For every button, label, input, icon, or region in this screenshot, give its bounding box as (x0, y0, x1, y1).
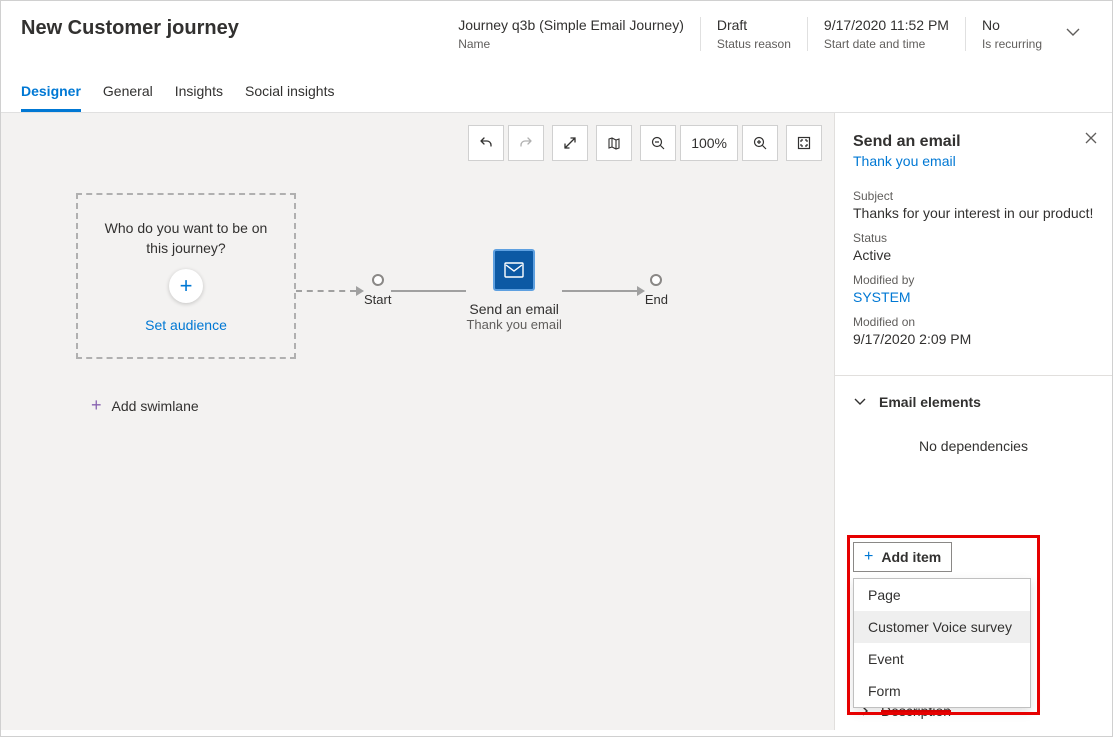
subject-label: Subject (853, 189, 1094, 203)
start-dot-icon (372, 274, 384, 286)
add-item-label: Add item (881, 549, 941, 565)
meta-status-value: Draft (717, 17, 791, 33)
add-item-button[interactable]: + Add item (853, 542, 952, 572)
email-subtitle: Thank you email (466, 317, 561, 332)
meta-recurring: No Is recurring (965, 17, 1058, 51)
plus-icon: + (864, 548, 873, 566)
modifiedby-value[interactable]: SYSTEM (853, 289, 1094, 305)
end-label: End (645, 292, 668, 307)
minimap-button[interactable] (596, 125, 632, 161)
add-item-dropdown: Page Customer Voice survey Event Form (853, 578, 1031, 708)
close-panel-button[interactable] (1084, 131, 1098, 145)
meta-status-label: Status reason (717, 37, 791, 51)
zoom-out-icon (650, 135, 666, 151)
tab-general[interactable]: General (103, 77, 153, 112)
side-panel-title: Send an email (853, 133, 1094, 151)
zoom-in-icon (752, 135, 768, 151)
zoom-out-button[interactable] (640, 125, 676, 161)
email-elements-title: Email elements (879, 394, 981, 410)
side-panel-header: Send an email Thank you email (835, 113, 1112, 179)
chevron-down-icon (1064, 23, 1082, 41)
page-title: New Customer journey (21, 17, 442, 40)
undo-button[interactable] (468, 125, 504, 161)
connector (562, 290, 637, 292)
tab-designer[interactable]: Designer (21, 77, 81, 112)
header: New Customer journey Journey q3b (Simple… (1, 1, 1112, 59)
fullscreen-button[interactable] (786, 125, 822, 161)
email-elements-section[interactable]: Email elements (835, 376, 1112, 410)
arrow-icon (356, 286, 364, 296)
add-audience-button[interactable]: + (169, 269, 203, 303)
plus-icon: + (91, 395, 102, 416)
arrow-icon (637, 286, 645, 296)
map-icon (606, 135, 622, 151)
connector-dashed (296, 290, 356, 292)
email-node[interactable]: Send an email Thank you email (466, 249, 561, 332)
side-panel-link[interactable]: Thank you email (853, 153, 1094, 169)
header-expand-button[interactable] (1058, 17, 1088, 41)
email-title: Send an email (469, 301, 559, 317)
undo-icon (478, 135, 494, 151)
tab-social-insights[interactable]: Social insights (245, 77, 335, 112)
redo-button[interactable] (508, 125, 544, 161)
meta-start-value: 9/17/2020 11:52 PM (824, 17, 949, 33)
modifiedon-value: 9/17/2020 2:09 PM (853, 331, 1094, 347)
zoom-text: 100% (691, 135, 727, 151)
email-tile[interactable] (493, 249, 535, 291)
dropdown-item-event[interactable]: Event (854, 643, 1030, 675)
subject-value: Thanks for your interest in our product! (853, 205, 1094, 221)
dropdown-item-form[interactable]: Form (854, 675, 1030, 707)
header-meta-group: Journey q3b (Simple Email Journey) Name … (442, 17, 1058, 51)
start-label: Start (364, 292, 391, 307)
set-audience-link[interactable]: Set audience (145, 317, 227, 333)
status-label: Status (853, 231, 1094, 245)
meta-name-value: Journey q3b (Simple Email Journey) (458, 17, 684, 33)
flow: Start Send an email Thank you email End (296, 249, 668, 332)
canvas[interactable]: 100% Who do you want to be on this journ… (1, 113, 834, 730)
add-item-wrap: + Add item Page Customer Voice survey Ev… (853, 542, 1033, 708)
tab-bar: Designer General Insights Social insight… (1, 59, 1112, 113)
meta-start: 9/17/2020 11:52 PM Start date and time (807, 17, 965, 51)
meta-status: Draft Status reason (700, 17, 807, 51)
meta-name-label: Name (458, 37, 684, 51)
dropdown-item-cvsurvey[interactable]: Customer Voice survey (854, 611, 1030, 643)
connector (391, 290, 466, 292)
canvas-toolbar: 100% (468, 125, 822, 161)
meta-recurring-label: Is recurring (982, 37, 1042, 51)
close-icon (1084, 131, 1098, 145)
status-value: Active (853, 247, 1094, 263)
meta-recurring-value: No (982, 17, 1042, 33)
add-swimlane-button[interactable]: + Add swimlane (91, 395, 199, 416)
start-node[interactable]: Start (364, 274, 391, 307)
modifiedon-label: Modified on (853, 315, 1094, 329)
redo-icon (518, 135, 534, 151)
meta-start-label: Start date and time (824, 37, 949, 51)
mail-icon (504, 262, 524, 278)
fit-button[interactable] (552, 125, 588, 161)
fullscreen-icon (796, 135, 812, 151)
expand-icon (562, 135, 578, 151)
chevron-down-icon (853, 395, 867, 409)
zoom-in-button[interactable] (742, 125, 778, 161)
no-dependencies-text: No dependencies (835, 438, 1112, 454)
audience-box[interactable]: Who do you want to be on this journey? +… (76, 193, 296, 359)
add-swimlane-label: Add swimlane (112, 398, 199, 414)
modifiedby-label: Modified by (853, 273, 1094, 287)
end-node[interactable]: End (645, 274, 668, 307)
audience-question: Who do you want to be on this journey? (96, 219, 276, 258)
zoom-level[interactable]: 100% (680, 125, 738, 161)
side-panel-body: Subject Thanks for your interest in our … (835, 179, 1112, 353)
end-dot-icon (650, 274, 662, 286)
tab-insights[interactable]: Insights (175, 77, 223, 112)
dropdown-item-page[interactable]: Page (854, 579, 1030, 611)
meta-name: Journey q3b (Simple Email Journey) Name (442, 17, 700, 51)
